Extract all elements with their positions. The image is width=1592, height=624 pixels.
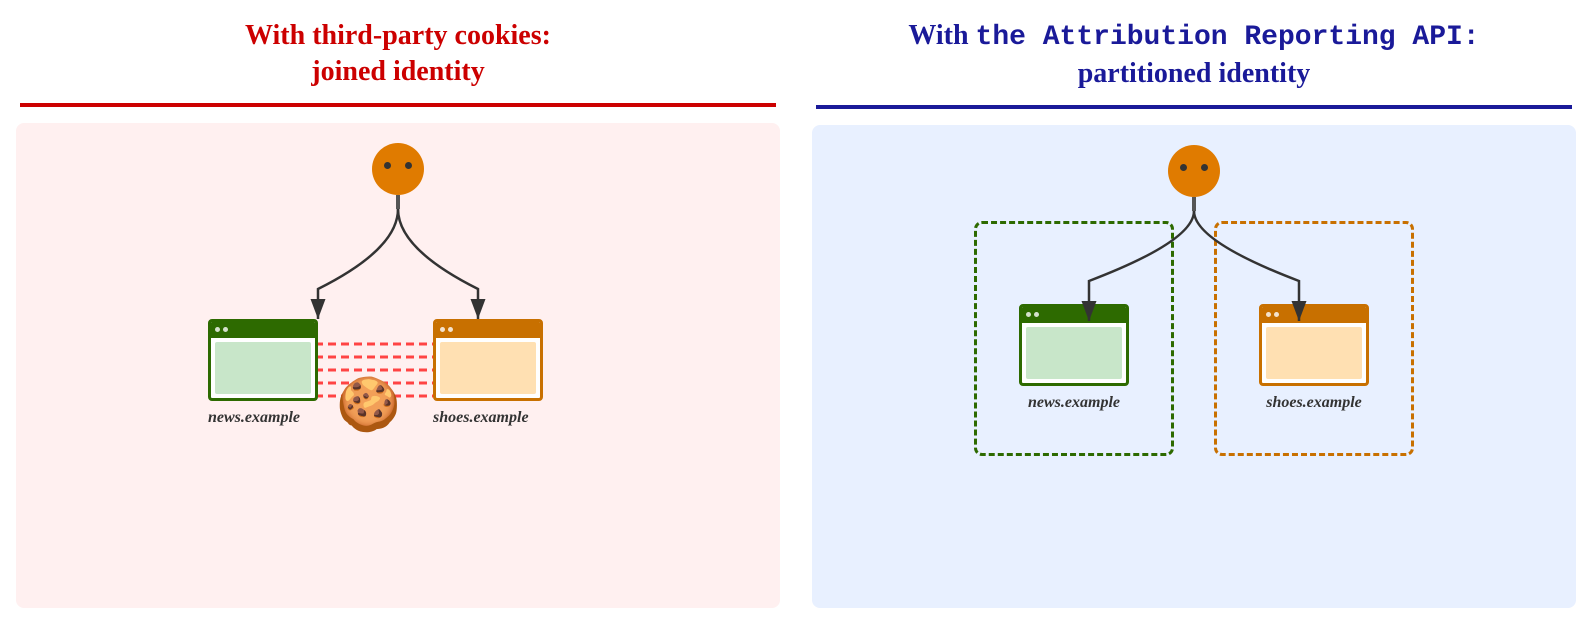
right-green-dashed-box: news.example — [974, 221, 1174, 456]
left-title-line2: joined identity — [311, 56, 484, 87]
right-panel: With the Attribution Reporting API: part… — [796, 0, 1592, 624]
left-person — [372, 143, 424, 209]
left-diagram: news.example shoes.example 🍪 — [36, 143, 760, 439]
right-browser-body-green — [1026, 327, 1122, 379]
dot3 — [440, 327, 445, 332]
left-panel: With third-party cookies: joined identit… — [0, 0, 796, 624]
left-browser-green — [208, 319, 318, 401]
left-panel-content: news.example shoes.example 🍪 — [16, 123, 780, 608]
left-domain2-label: shoes.example — [433, 409, 543, 427]
right-browser-bar-orange — [1262, 307, 1366, 323]
right-title-line1: With the Attribution Reporting API: — [908, 20, 1479, 51]
right-panel-content: news.example shoes.example — [812, 125, 1576, 608]
left-divider — [20, 103, 776, 107]
cookie-icon: 🍪 — [336, 374, 401, 435]
left-person-neck — [396, 195, 400, 209]
dot7 — [1266, 312, 1271, 317]
right-browser-shoes — [1259, 304, 1369, 386]
left-browsers-area: news.example shoes.example 🍪 — [188, 209, 608, 439]
dot4 — [448, 327, 453, 332]
right-domain2-label: shoes.example — [1266, 394, 1362, 412]
right-orange-dashed-box: shoes.example — [1214, 221, 1414, 456]
left-browser-body-green — [215, 342, 311, 394]
left-browser-bar-green — [211, 322, 315, 338]
left-browser-shoes: shoes.example — [433, 319, 543, 427]
left-browser-body-orange — [440, 342, 536, 394]
right-domain1-label: news.example — [1028, 394, 1120, 412]
dot8 — [1274, 312, 1279, 317]
right-person-head — [1168, 145, 1220, 197]
left-browser-orange — [433, 319, 543, 401]
left-browser-bar-orange — [436, 322, 540, 338]
right-panel-title: With the Attribution Reporting API: part… — [796, 0, 1592, 105]
right-browser-news — [1019, 304, 1129, 386]
dot1 — [215, 327, 220, 332]
left-panel-title: With third-party cookies: joined identit… — [0, 0, 796, 103]
left-title-line1: With third-party cookies: — [245, 20, 551, 51]
left-browser-news: news.example — [208, 319, 318, 427]
left-domain1-label: news.example — [208, 409, 318, 427]
right-person-neck — [1192, 197, 1196, 211]
right-content-area: news.example shoes.example — [934, 211, 1454, 481]
dot2 — [223, 327, 228, 332]
right-person — [1168, 145, 1220, 211]
right-title-line2: partitioned identity — [1078, 58, 1311, 89]
left-person-head — [372, 143, 424, 195]
right-browser-bar-green — [1022, 307, 1126, 323]
right-browser-body-orange — [1266, 327, 1362, 379]
right-divider — [816, 105, 1572, 109]
right-diagram: news.example shoes.example — [832, 145, 1556, 481]
dot5 — [1026, 312, 1031, 317]
dot6 — [1034, 312, 1039, 317]
